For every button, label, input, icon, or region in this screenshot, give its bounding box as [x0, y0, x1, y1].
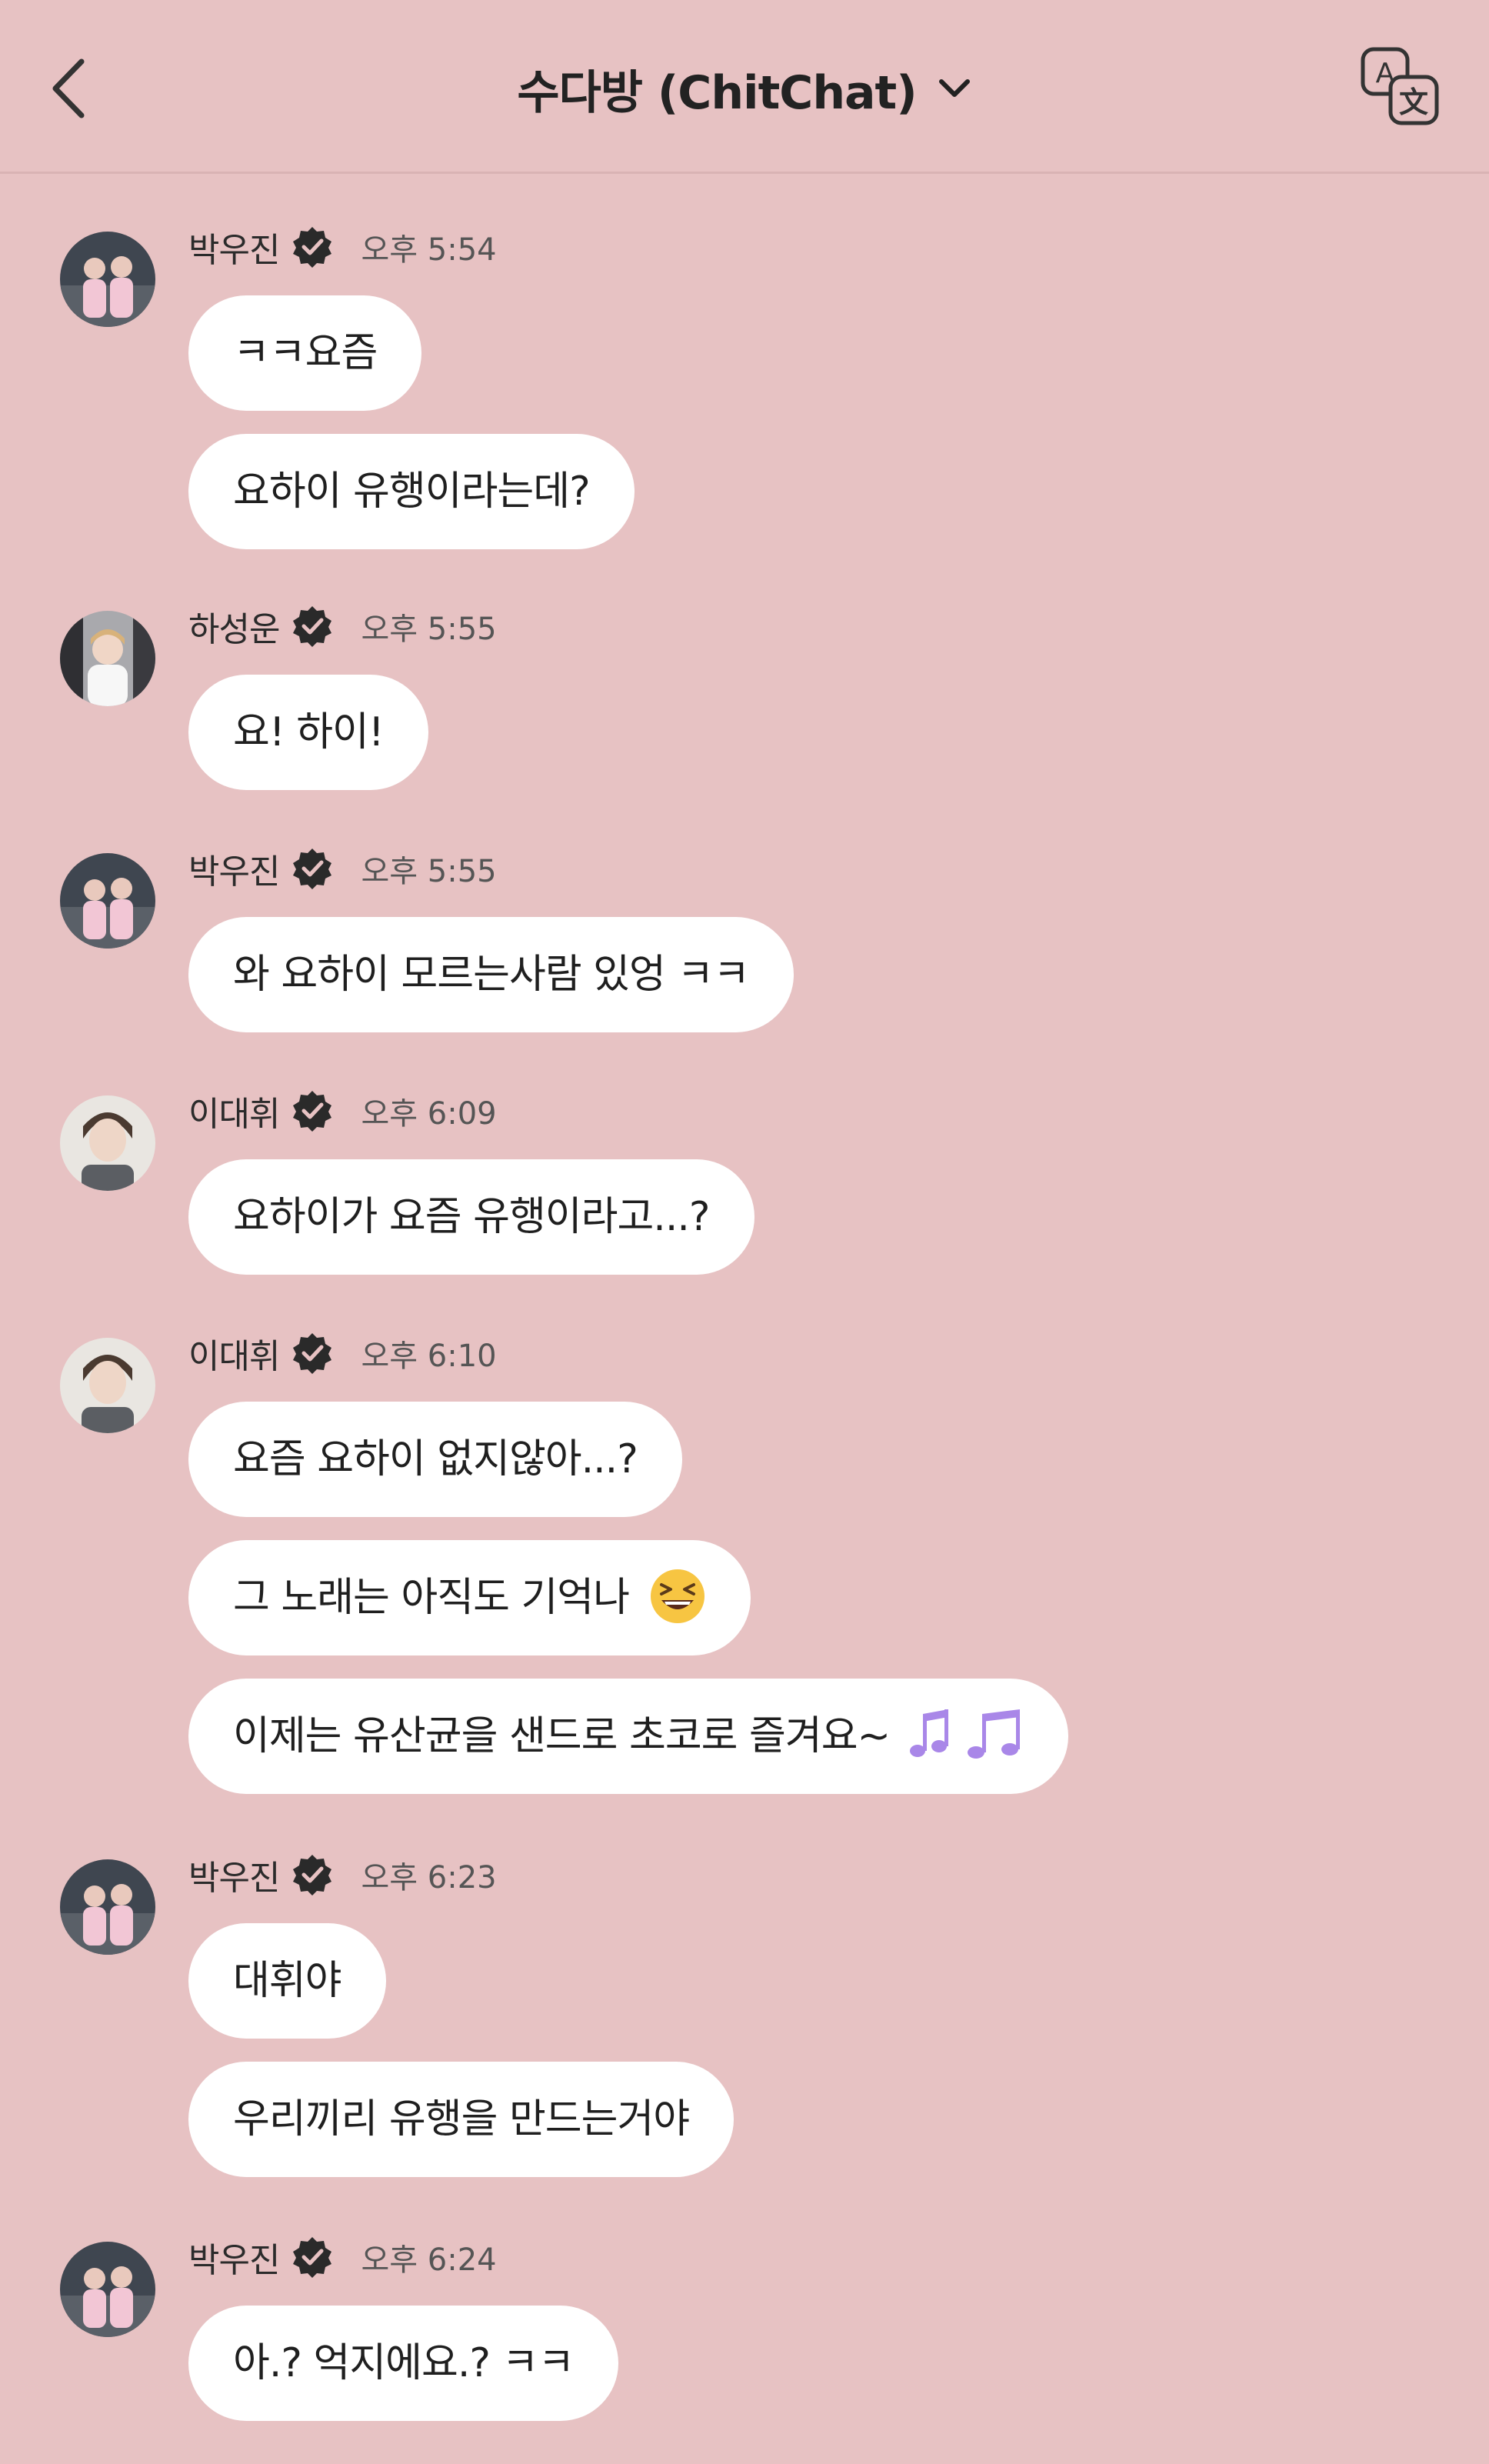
message-bubble[interactable]: 이제는 유산균을 샌드로 초코로 즐겨요~	[188, 1679, 1068, 1794]
avatar[interactable]	[60, 232, 155, 327]
back-chevron-icon	[52, 58, 85, 118]
svg-text:文: 文	[1399, 85, 1428, 119]
avatar[interactable]	[60, 1095, 155, 1191]
verified-badge-icon	[293, 849, 332, 889]
message-bubble[interactable]: 우리끼리 유행을 만드는거야	[188, 2062, 735, 2177]
chat-header: 수다방 (ChitChat) A 文	[0, 0, 1489, 174]
message-bubble[interactable]: 요하이 유행이라는데?	[188, 434, 635, 549]
message-time: 오후 6:24	[361, 2242, 497, 2278]
message-group: 이대휘 오후 6:09 요하이가 요즘 유행이라고...?	[0, 1085, 1489, 1275]
chat-title: 수다방 (ChitChat)	[517, 65, 917, 120]
back-button[interactable]	[38, 54, 100, 123]
message-group: 이대휘 오후 6:10 요즘 요하이 없지않아...? 그 노래는 아직도 기억…	[0, 1328, 1489, 1794]
sender-name[interactable]: 박우진	[188, 222, 280, 272]
message-group: 박우진 오후 6:23 대휘야 우리끼리 유행을 만드는거야	[0, 1849, 1489, 2177]
sender-name[interactable]: 박우진	[188, 2232, 280, 2282]
avatar[interactable]	[60, 853, 155, 949]
verified-badge-icon	[293, 227, 332, 268]
chat-title-dropdown[interactable]: 수다방 (ChitChat)	[517, 55, 971, 122]
avatar[interactable]	[60, 2242, 155, 2337]
message-time: 오후 6:09	[361, 1096, 497, 1132]
verified-badge-icon	[293, 1855, 332, 1896]
verified-badge-icon	[293, 2237, 332, 2278]
message-bubble[interactable]: ㅋㅋ요즘	[188, 295, 422, 411]
message-bubble[interactable]: 요! 하이!	[188, 675, 428, 790]
message-text: 그 노래는 아직도 기억나	[233, 1575, 630, 1621]
message-group: 박우진 오후 6:24 아.? 억지에요.? ㅋㅋ	[0, 2232, 1489, 2421]
translate-button[interactable]: A 文	[1358, 45, 1443, 129]
chevron-down-icon	[938, 79, 970, 97]
avatar[interactable]	[60, 1859, 155, 1955]
verified-badge-icon	[293, 1091, 332, 1132]
message-group: 박우진 오후 5:54 ㅋㅋ요즘 요하이 유행이라는데?	[0, 222, 1489, 549]
message-group: 박우진 오후 5:55 와 요하이 모르는사람 있엉 ㅋㅋ	[0, 843, 1489, 1032]
music-notes-icon	[909, 1709, 1020, 1759]
message-time: 오후 6:10	[361, 1339, 497, 1374]
message-meta: 하성운 오후 5:55	[188, 601, 1489, 652]
sender-name[interactable]: 이대휘	[188, 1329, 280, 1378]
message-meta: 박우진 오후 5:54	[188, 222, 1489, 272]
message-meta: 박우진 오후 6:23	[188, 1849, 1489, 1900]
message-time: 오후 6:23	[361, 1860, 497, 1896]
message-bubble[interactable]: 요즘 요하이 없지않아...?	[188, 1402, 682, 1517]
verified-badge-icon	[293, 606, 332, 647]
sender-name[interactable]: 이대휘	[188, 1086, 280, 1135]
message-group: 하성운 오후 5:55 요! 하이!	[0, 601, 1489, 790]
message-meta: 이대휘 오후 6:09	[188, 1085, 1489, 1136]
sender-name[interactable]: 박우진	[188, 844, 280, 893]
message-meta: 박우진 오후 5:55	[188, 843, 1489, 894]
verified-badge-icon	[293, 1333, 332, 1374]
message-bubble[interactable]: 아.? 억지에요.? ㅋㅋ	[188, 2306, 619, 2421]
sender-name[interactable]: 박우진	[188, 1850, 280, 1899]
message-bubble[interactable]: 와 요하이 모르는사람 있엉 ㅋㅋ	[188, 917, 794, 1032]
sender-name[interactable]: 하성운	[188, 602, 280, 651]
message-time: 오후 5:54	[361, 232, 497, 268]
grinning-squinting-face-icon	[650, 1569, 705, 1623]
translate-icon: A 文	[1361, 47, 1439, 125]
message-time: 오후 5:55	[361, 612, 497, 647]
avatar[interactable]	[60, 611, 155, 706]
message-bubble[interactable]: 요하이가 요즘 유행이라고...?	[188, 1159, 754, 1275]
message-bubble[interactable]: 그 노래는 아직도 기억나	[188, 1540, 751, 1655]
message-meta: 박우진 오후 6:24	[188, 2232, 1489, 2282]
avatar[interactable]	[60, 1338, 155, 1433]
message-meta: 이대휘 오후 6:10	[188, 1328, 1489, 1379]
message-text: 이제는 유산균을 샌드로 초코로 즐겨요~	[233, 1713, 891, 1759]
message-time: 오후 5:55	[361, 854, 497, 889]
message-bubble[interactable]: 대휘야	[188, 1923, 386, 2039]
